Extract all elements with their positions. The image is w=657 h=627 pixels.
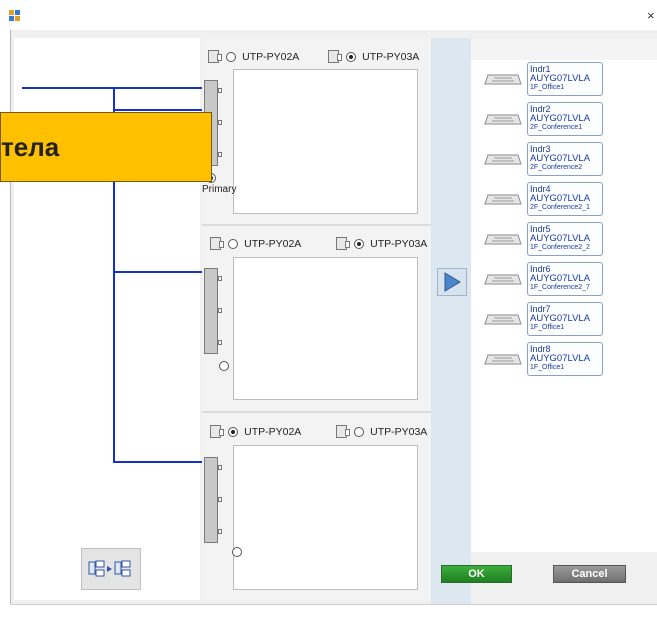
unit-model: AUYG07LVLA — [530, 353, 591, 364]
controller-icon — [210, 425, 224, 438]
controller-icon — [208, 50, 222, 63]
cassette-unit-icon — [484, 274, 522, 285]
group3-option-a[interactable]: UTP-PY02A — [210, 425, 301, 439]
assign-arrow-button[interactable] — [437, 268, 467, 296]
controller-icon — [336, 425, 350, 438]
unit-model: AUYG07LVLA — [530, 113, 591, 124]
controller-icon — [210, 237, 224, 250]
group1-option-b-label: UTP-PY03A — [362, 50, 420, 63]
group1-radio-a[interactable] — [226, 51, 237, 62]
cassette-unit-icon — [484, 114, 522, 125]
group2-option-b[interactable]: UTP-PY03A — [336, 237, 427, 251]
unit-room: 1F_Conference2_2 — [530, 244, 590, 251]
pipe-branch-2 — [113, 271, 202, 273]
group1-port — [218, 152, 222, 157]
group2-option-b-label: UTP-PY03A — [370, 237, 428, 250]
unit-model: AUYG07LVLA — [530, 193, 591, 204]
unit-room: 1F_Office1 — [530, 364, 565, 371]
indoor-unit-card[interactable]: Indr3 AUYG07LVLA 2F_Conference2 — [527, 142, 603, 176]
group1-option-b[interactable]: UTP-PY03A — [328, 50, 419, 64]
pipe-branch-1 — [113, 109, 202, 111]
ok-button[interactable]: OK — [441, 565, 512, 583]
group-separator — [202, 411, 431, 413]
pipe-branch-3 — [113, 461, 202, 463]
indoor-unit-card[interactable]: Indr1 AUYG07LVLA 1F_Office1 — [527, 62, 603, 96]
group1-option-a[interactable]: UTP-PY02A — [208, 50, 299, 64]
group3-option-b[interactable]: UTP-PY03A — [336, 425, 427, 439]
group3-option-b-label: UTP-PY03A — [370, 425, 428, 438]
cassette-unit-icon — [484, 354, 522, 365]
unit-model: AUYG07LVLA — [530, 73, 591, 84]
indoor-unit-card[interactable]: Indr2 AUYG07LVLA 2F_Conference1 — [527, 102, 603, 136]
title-bar — [0, 0, 657, 30]
indoor-unit-card[interactable]: Indr5 AUYG07LVLA 1F_Conference2_2 — [527, 222, 603, 256]
group-separator — [202, 224, 431, 226]
unit-room: 1F_Conference2_7 — [530, 284, 590, 291]
cancel-button[interactable]: Cancel — [553, 565, 626, 583]
unit-model: AUYG07LVLA — [530, 233, 591, 244]
indoor-unit-card[interactable]: Indr8 AUYG07LVLA 1F_Office1 — [527, 342, 603, 376]
group2-port — [218, 340, 222, 345]
unit-room: 2F_Conference1 — [530, 124, 583, 131]
unit-room: 1F_Office1 — [530, 84, 565, 91]
copy-group-icon — [88, 560, 131, 577]
app-icon — [9, 10, 20, 21]
cassette-unit-icon — [484, 194, 522, 205]
group3-listbox[interactable] — [233, 445, 418, 590]
indoor-unit-card[interactable]: Indr6 AUYG07LVLA 1F_Conference2_7 — [527, 262, 603, 296]
group2-option-a[interactable]: UTP-PY02A — [210, 237, 301, 251]
group3-port — [218, 529, 222, 534]
group3-port — [218, 497, 222, 502]
callout-label: тела — [0, 112, 212, 182]
arrow-right-icon — [444, 272, 461, 292]
unit-room: 1F_Office1 — [530, 324, 565, 331]
unit-model: AUYG07LVLA — [530, 313, 591, 324]
cassette-unit-icon — [484, 314, 522, 325]
unit-model: AUYG07LVLA — [530, 273, 591, 284]
group1-port — [218, 88, 222, 93]
status-bar — [10, 604, 657, 627]
group1-option-a-label: UTP-PY02A — [242, 50, 300, 63]
group2-device-bar — [204, 268, 218, 354]
controller-icon — [328, 50, 342, 63]
group3-option-a-label: UTP-PY02A — [244, 425, 302, 438]
indoor-unit-card[interactable]: Indr7 AUYG07LVLA 1F_Office1 — [527, 302, 603, 336]
cassette-unit-icon — [484, 154, 522, 165]
transfer-column — [431, 38, 471, 604]
group1-port — [218, 120, 222, 125]
unit-room: 2F_Conference2 — [530, 164, 583, 171]
group3-device-bar — [204, 457, 218, 543]
group2-port — [218, 308, 222, 313]
group3-radio-a[interactable] — [228, 426, 239, 437]
group2-option-a-label: UTP-PY02A — [244, 237, 302, 250]
group1-listbox[interactable] — [233, 69, 418, 214]
copy-group-button[interactable] — [81, 548, 141, 590]
indoor-units-header — [471, 38, 657, 60]
controller-icon — [336, 237, 350, 250]
pipe-main-horizontal — [22, 87, 202, 89]
group2-port — [218, 276, 222, 281]
group3-radio-b[interactable] — [354, 426, 365, 437]
cassette-unit-icon — [484, 74, 522, 85]
group2-listbox[interactable] — [233, 257, 418, 400]
close-icon[interactable]: × — [647, 8, 655, 23]
group2-radio-b[interactable] — [354, 238, 365, 249]
unit-room: 2F_Conference2_1 — [530, 204, 590, 211]
group1-primary-label: Primary — [202, 184, 237, 195]
group1-radio-b[interactable] — [346, 51, 357, 62]
indoor-unit-card[interactable]: Indr4 AUYG07LVLA 2F_Conference2_1 — [527, 182, 603, 216]
group2-radio-a[interactable] — [228, 238, 239, 249]
cassette-unit-icon — [484, 234, 522, 245]
group3-port — [218, 465, 222, 470]
unit-model: AUYG07LVLA — [530, 153, 591, 164]
